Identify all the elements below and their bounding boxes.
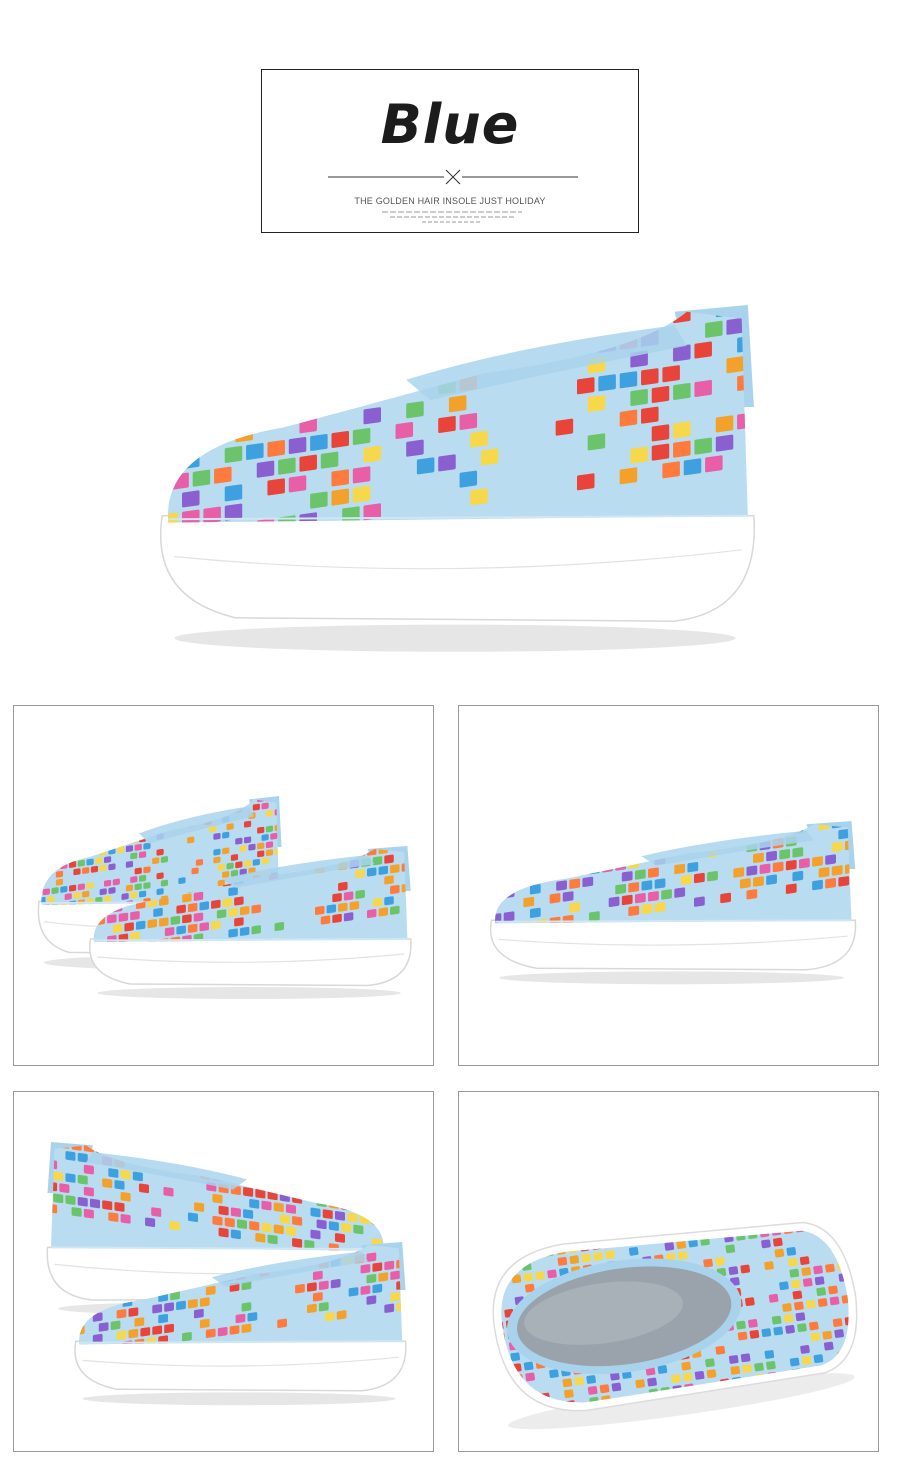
color-title: Blue [380, 93, 520, 156]
gallery-image-side-profile [458, 705, 879, 1066]
gallery-image-top-interior [458, 1091, 879, 1452]
gallery-image-pair-front [13, 705, 434, 1066]
divider-x-icon [328, 169, 578, 185]
tagline: THE GOLDEN HAIR INSOLE JUST HOLIDAY [354, 196, 546, 206]
hero-shoe-image [160, 305, 756, 652]
fine-print-lines [382, 211, 522, 223]
gallery-image-pair-side [13, 1091, 434, 1452]
title-card: Blue THE GOLDEN HAIR INSOLE JUST HOLIDAY [261, 69, 639, 233]
